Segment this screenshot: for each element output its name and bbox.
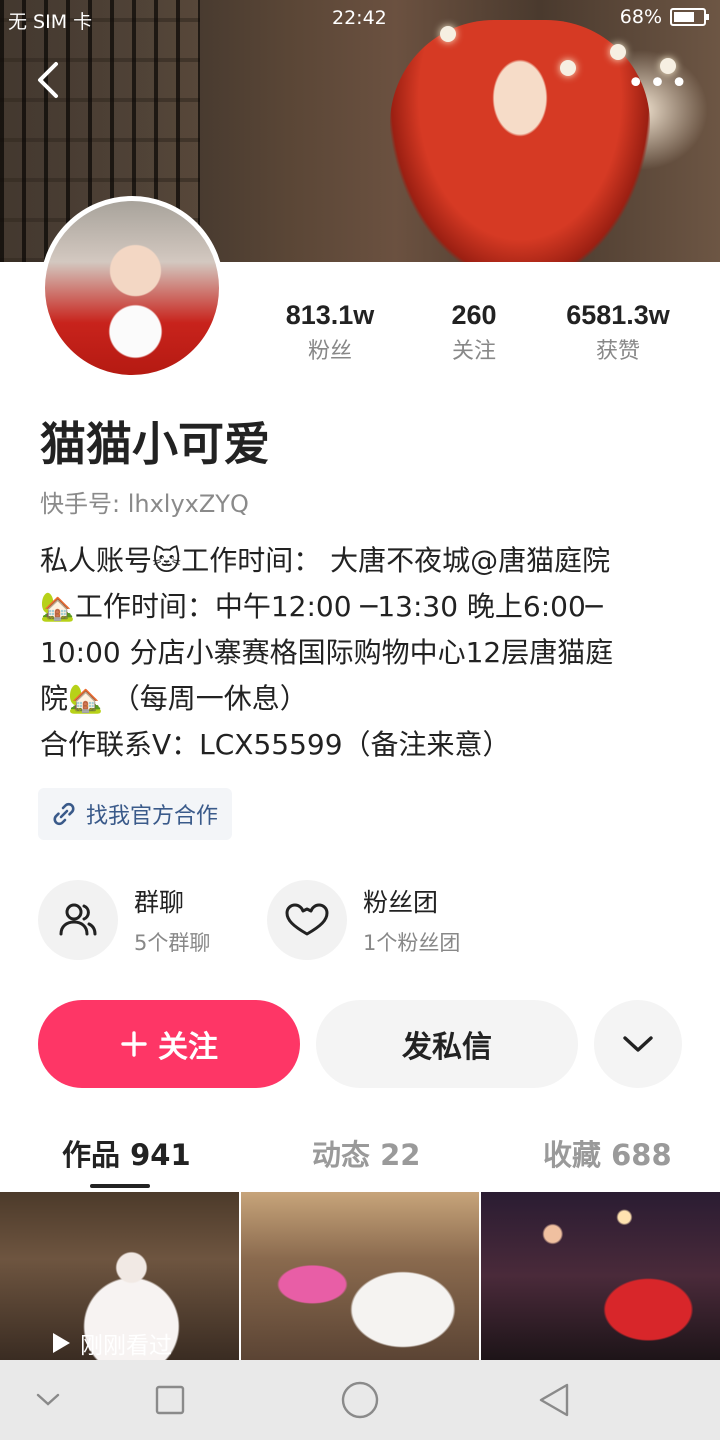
triangle-back-icon: [539, 1383, 569, 1417]
tab-favorites[interactable]: 收藏 688: [543, 1132, 672, 1174]
nav-hide-button[interactable]: [18, 1360, 78, 1440]
flower-lamp: [610, 44, 626, 60]
kuaishou-id[interactable]: 快手号: lhxlyxZYQ: [40, 484, 249, 519]
stat-label: 获赞: [595, 339, 640, 364]
works-grid: 刚刚看过: [0, 1192, 720, 1360]
more-options-button[interactable]: [594, 1000, 682, 1088]
system-nav-bar: [0, 1360, 720, 1440]
tab-moments[interactable]: 动态 22: [312, 1132, 420, 1174]
watched-label: 刚刚看过: [80, 1333, 172, 1359]
bio-line: 合作联系V：LCX55599（备注来意）: [40, 728, 511, 761]
nav-recents-button[interactable]: [140, 1360, 200, 1440]
nav-back-button[interactable]: [524, 1360, 584, 1440]
group-subtitle: 5个群聊: [134, 931, 211, 955]
bio-line: 私人账号🐱工作时间： 大唐不夜城@唐猫庭院: [40, 544, 611, 577]
bio-line: 院🏡 （每周一休息）: [40, 682, 308, 715]
battery-percent: 68%: [619, 6, 662, 28]
fan-club-title: 粉丝团: [363, 888, 439, 917]
active-tab-indicator: [90, 1184, 150, 1188]
stat-likes[interactable]: 6581.3w 获赞: [538, 300, 698, 365]
video-thumbnail[interactable]: [240, 1192, 480, 1360]
carrier-text: 无 SIM 卡: [8, 11, 93, 33]
profile-name: 猫猫小可爱: [40, 417, 270, 471]
official-cooperation-link[interactable]: 找我官方合作: [38, 788, 233, 840]
bio-line: 10:00 分店小寨赛格国际购物中心12层唐猫庭: [40, 636, 614, 669]
group-chat-icon: [59, 903, 97, 936]
nav-home-button[interactable]: [330, 1360, 390, 1440]
play-icon: [53, 1333, 70, 1353]
back-button[interactable]: [30, 58, 70, 102]
plus-icon: [121, 1031, 147, 1057]
fan-club-icon-wrap: [267, 880, 347, 960]
link-icon: [53, 802, 75, 826]
message-button[interactable]: 发私信: [316, 1000, 578, 1088]
circle-icon: [341, 1381, 379, 1419]
bio-line: 🏡工作时间：中午12:00 ─13:30 晚上6:00─: [40, 590, 603, 623]
follow-button[interactable]: 关注: [38, 1000, 300, 1088]
official-link-label: 找我官方合作: [86, 804, 219, 829]
stat-value: 260: [451, 300, 497, 330]
status-time: 22:42: [332, 7, 387, 29]
stat-value: 813.1w: [285, 300, 375, 330]
stat-fans[interactable]: 813.1w 粉丝: [250, 300, 410, 365]
group-chat-icon-wrap: [38, 880, 118, 960]
more-button[interactable]: •••: [627, 66, 692, 101]
follow-label: 关注: [158, 1030, 218, 1065]
tab-works[interactable]: 作品 941: [62, 1132, 191, 1174]
stat-label: 关注: [451, 339, 496, 364]
chevron-down-icon: [36, 1393, 60, 1406]
video-thumbnail[interactable]: [481, 1192, 720, 1360]
group-chat-entry[interactable]: 群聊 5个群聊: [38, 880, 210, 960]
profile-bio: 私人账号🐱工作时间： 大唐不夜城@唐猫庭院 🏡工作时间：中午12:00 ─13:…: [40, 538, 690, 768]
chevron-down-icon: [623, 1036, 653, 1052]
stat-value: 6581.3w: [566, 300, 670, 330]
stat-label: 粉丝: [307, 339, 352, 364]
fan-club-entry[interactable]: 粉丝团 1个粉丝团: [267, 880, 460, 960]
status-bar: 无 SIM 卡 22:42 68%: [0, 0, 720, 36]
back-arrow-icon: [38, 62, 58, 98]
avatar[interactable]: [40, 196, 224, 380]
battery-indicator: 68%: [619, 6, 709, 28]
fan-club-subtitle: 1个粉丝团: [363, 931, 461, 955]
battery-icon: [670, 8, 709, 26]
flower-lamp: [560, 60, 576, 76]
recently-watched-badge: 刚刚看过: [50, 1326, 172, 1360]
square-icon: [155, 1385, 185, 1415]
more-dots-icon: •••: [626, 66, 692, 101]
message-label: 发私信: [402, 1030, 492, 1065]
video-thumbnail[interactable]: 刚刚看过: [0, 1192, 239, 1360]
heart-icon: [285, 903, 329, 936]
group-title: 群聊: [134, 888, 185, 917]
stat-following[interactable]: 260 关注: [394, 300, 554, 365]
